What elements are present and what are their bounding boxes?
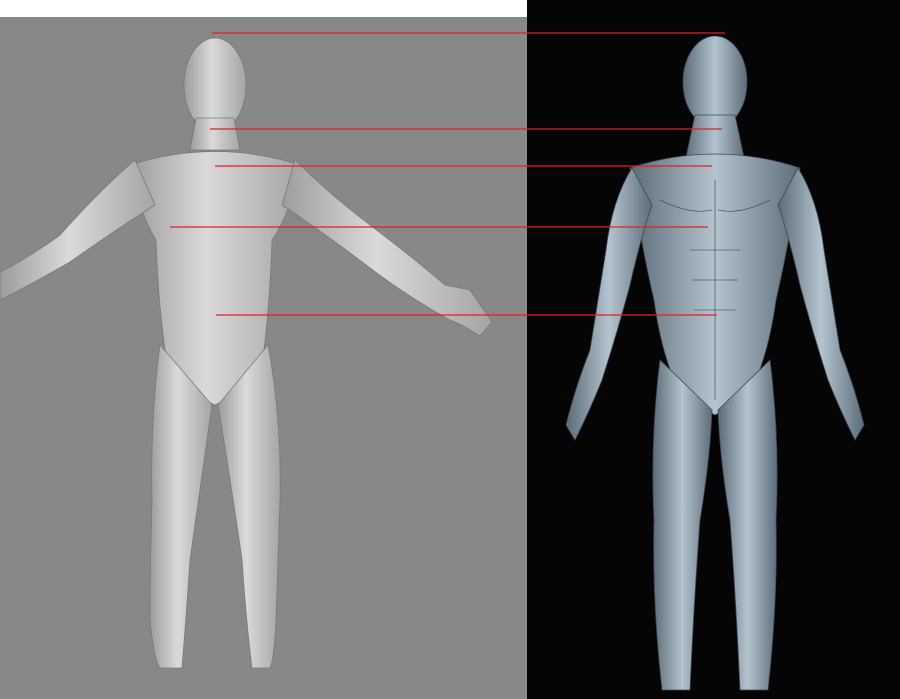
ecorche-head bbox=[682, 35, 748, 129]
arm-right bbox=[281, 159, 493, 337]
ecorche-arm-right bbox=[777, 167, 865, 441]
ecorche-leg-left bbox=[652, 359, 713, 691]
figures-and-lines bbox=[0, 32, 865, 691]
torso bbox=[129, 151, 301, 406]
ecorche-figure bbox=[565, 35, 865, 691]
leg-right bbox=[217, 344, 281, 669]
arm-left bbox=[0, 159, 156, 301]
neck bbox=[189, 117, 241, 151]
ecorche-leg-right bbox=[717, 359, 778, 691]
comparison-image bbox=[0, 0, 900, 699]
ecorche-arm-left bbox=[565, 167, 653, 441]
base-mesh-figure bbox=[0, 37, 493, 669]
